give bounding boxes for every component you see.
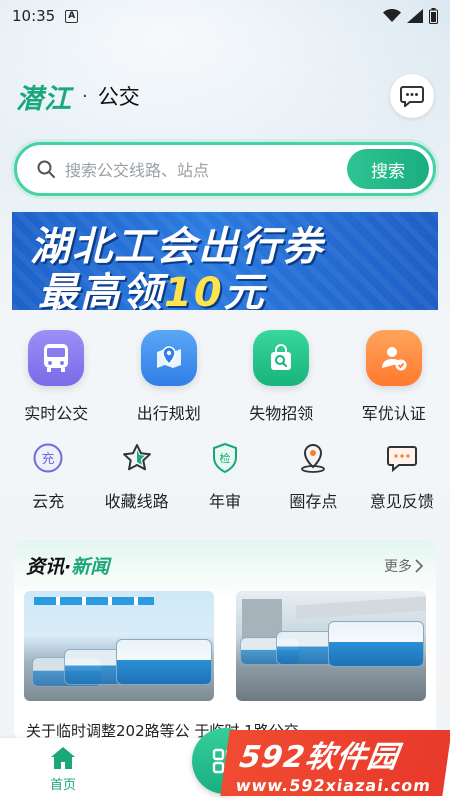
signal-icon <box>407 9 423 23</box>
more-label: 更多 <box>384 558 412 575</box>
message-button[interactable] <box>390 74 434 118</box>
grid-item-label: 年审 <box>209 492 242 511</box>
chevron-right-icon <box>415 558 424 573</box>
star-icon <box>119 440 155 476</box>
brand-subtitle: 公交 <box>97 85 140 109</box>
grid-item-deposit-points[interactable]: 圈存点 <box>269 440 357 512</box>
promo-banner[interactable]: 湖北工会出行券 最高领10元 <box>12 212 438 310</box>
bus-icon <box>28 330 85 386</box>
city-brand: 潜江 <box>16 83 72 115</box>
map-pin-icon <box>140 330 197 386</box>
search-button[interactable]: 搜索 <box>347 149 429 189</box>
grid-item-label: 意见反馈 <box>369 492 434 511</box>
grid-item-trip-planning[interactable]: 出行规划 <box>113 330 226 424</box>
grid-item-label: 云充 <box>32 492 65 511</box>
grid-item-military-cert[interactable]: 军优认证 <box>338 330 450 424</box>
canopy-shape <box>296 596 426 620</box>
battery-icon <box>429 8 438 24</box>
app-header: 潜江 · 公交 <box>16 74 434 118</box>
grid-item-realtime-bus[interactable]: 实时公交 <box>0 330 113 424</box>
news-image-header-strip <box>34 597 154 605</box>
secondary-function-grid: 充 云充 收藏线路 检 年审 圈存点 意见反馈 <box>0 440 450 512</box>
search-bar[interactable]: 搜索公交线路、站点 搜索 <box>14 142 436 196</box>
location-icon <box>295 440 331 476</box>
grid-item-label: 圈存点 <box>289 492 338 511</box>
tab-home-label: 首页 <box>50 778 77 793</box>
news-header: 资讯·新闻 更多 <box>14 540 436 579</box>
watermark-brand: 592软件园 <box>237 739 401 775</box>
wifi-icon <box>383 9 401 22</box>
news-section-title: 资讯·新闻 <box>26 552 109 579</box>
grid-item-feedback[interactable]: 意见反馈 <box>358 440 446 512</box>
banner-unit: 元 <box>223 270 266 310</box>
main-function-grid: 实时公交 出行规划 失物招领 军优认证 <box>0 330 450 424</box>
search-icon <box>37 160 55 178</box>
banner-line2: 最高领10元 <box>38 260 266 310</box>
grid-item-label: 收藏线路 <box>104 492 169 511</box>
grid-item-annual-review[interactable]: 检 年审 <box>181 440 269 512</box>
news-more-link[interactable]: 更多 <box>384 556 424 576</box>
grid-item-label: 实时公交 <box>24 404 89 423</box>
status-icons <box>383 8 438 24</box>
watermark-url: www.592xiazai.com <box>234 775 433 795</box>
grid-item-cloud-recharge[interactable]: 充 云充 <box>4 440 92 512</box>
status-bar: 10:35 A <box>0 0 450 32</box>
banner-amount: 10 <box>164 270 224 310</box>
news-cards <box>14 579 436 701</box>
chat-bubble-icon <box>400 86 424 107</box>
recharge-glyph: 充 <box>42 451 55 467</box>
search-bag-icon <box>253 330 310 386</box>
grid-item-label: 出行规划 <box>136 404 201 423</box>
watermark-logo: 592软件园 www.592xiazai.com <box>220 730 450 796</box>
recharge-icon: 充 <box>30 440 66 476</box>
news-image-1[interactable] <box>24 591 214 701</box>
grid-item-label: 失物招领 <box>249 404 314 423</box>
home-icon <box>51 747 75 769</box>
news-title-a: 资讯 <box>26 556 65 578</box>
banner-line2-text: 最高领 <box>38 270 164 310</box>
brand-separator: · <box>82 85 88 107</box>
bus-shape <box>116 639 212 685</box>
tab-home[interactable]: 首页 <box>50 746 76 793</box>
feedback-icon <box>384 440 420 476</box>
news-title-b: 新闻 <box>71 556 110 578</box>
sim-icon: A <box>65 9 79 23</box>
grid-item-favorite-routes[interactable]: 收藏线路 <box>92 440 180 512</box>
news-image-2[interactable] <box>236 591 426 701</box>
shield-icon: 检 <box>207 440 243 476</box>
bus-shape <box>328 621 424 667</box>
shield-glyph: 检 <box>220 451 231 465</box>
user-check-icon <box>365 330 422 386</box>
search-input[interactable]: 搜索公交线路、站点 <box>65 157 347 181</box>
status-time: 10:35 <box>12 7 56 25</box>
news-section: 资讯·新闻 更多 关于临时调整202路等公 于临时 1路公交 <box>14 540 436 740</box>
grid-item-label: 军优认证 <box>361 404 426 423</box>
app-screen: 10:35 A 潜江 · 公交 搜索公交线路、站点 搜索 湖北工会出行券 最高领… <box>0 0 450 800</box>
grid-item-lost-found[interactable]: 失物招领 <box>225 330 338 424</box>
